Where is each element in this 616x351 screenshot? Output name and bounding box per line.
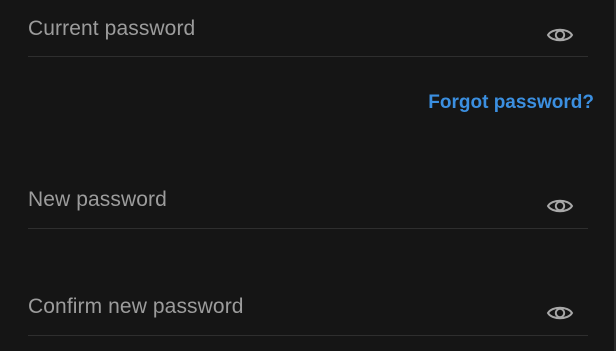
- confirm-password-field[interactable]: Confirm new password: [28, 291, 588, 336]
- eye-icon[interactable]: [546, 195, 574, 217]
- change-password-form: Current password Forgot password? New pa…: [0, 0, 616, 351]
- confirm-password-placeholder: Confirm new password: [28, 295, 244, 318]
- new-password-field[interactable]: New password: [28, 184, 588, 229]
- current-password-placeholder: Current password: [28, 17, 196, 40]
- eye-icon[interactable]: [546, 302, 574, 324]
- eye-icon[interactable]: [546, 24, 574, 46]
- new-password-placeholder: New password: [28, 188, 167, 211]
- current-password-field[interactable]: Current password: [28, 12, 588, 57]
- forgot-password-link[interactable]: Forgot password?: [428, 92, 594, 114]
